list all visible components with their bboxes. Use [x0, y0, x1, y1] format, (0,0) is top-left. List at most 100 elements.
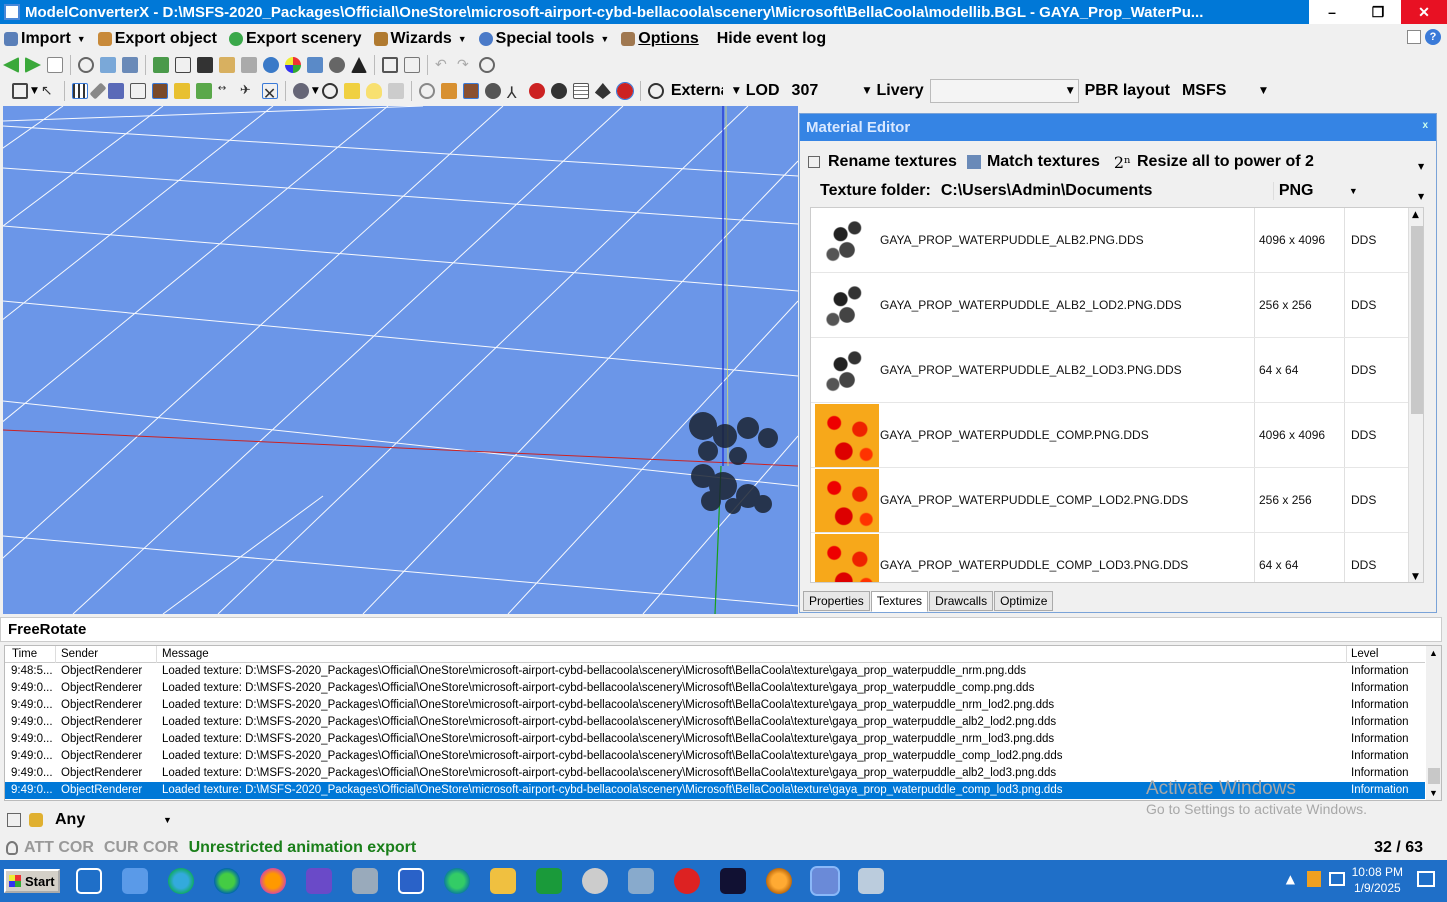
drop-icon[interactable] — [594, 83, 611, 99]
scrollbar-thumb[interactable] — [1428, 768, 1440, 784]
chevron-down-icon[interactable]: ▼ — [864, 86, 871, 96]
scroll-down-icon[interactable]: ▼ — [1429, 788, 1438, 798]
hierarchy-icon[interactable] — [122, 57, 138, 73]
task-view-icon[interactable] — [76, 868, 102, 894]
crosshair-icon[interactable] — [321, 83, 338, 99]
settings-gear-icon[interactable] — [418, 83, 435, 99]
forward-arrow-icon[interactable] — [25, 57, 41, 73]
disk-tool-icon[interactable] — [582, 868, 608, 894]
sphere-icon[interactable] — [484, 83, 501, 99]
maximize-button[interactable]: ❐ — [1355, 0, 1401, 24]
texture-row[interactable]: GAYA_PROP_WATERPUDDLE_ALB2_LOD3.PNG.DDS 6… — [811, 338, 1409, 403]
firefox-icon[interactable] — [260, 868, 286, 894]
notepad-icon[interactable] — [628, 868, 654, 894]
tab-textures[interactable]: Textures — [870, 591, 929, 612]
chevron-down-icon[interactable]: ▼ — [163, 815, 172, 825]
pencil-icon[interactable] — [89, 82, 107, 100]
special-tools-menu[interactable]: Special tools ▼ — [475, 30, 609, 48]
scroll-up-icon[interactable]: ▲ — [1429, 648, 1438, 658]
layers-icon[interactable] — [241, 57, 257, 73]
grid-toggle-icon[interactable] — [71, 83, 88, 99]
chevron-up-icon[interactable]: ▲ — [1286, 872, 1295, 886]
airplane-icon[interactable]: ✈ — [240, 83, 256, 99]
chevron-down-icon[interactable]: ▼ — [1418, 162, 1424, 171]
options-menu[interactable]: Options — [617, 30, 699, 48]
table-row[interactable]: 9:49:0... ObjectRenderer Loaded texture: D… — [5, 748, 1425, 765]
livery-select[interactable]: ▼ — [929, 79, 1079, 103]
magnifier-icon[interactable] — [78, 57, 94, 73]
texture-row[interactable]: GAYA_PROP_WATERPUDDLE_COMP_LOD2.PNG.DDS 2… — [811, 468, 1409, 533]
table-row[interactable]: 9:48:5... ObjectRenderer Loaded texture: D… — [5, 663, 1425, 680]
export-image-icon[interactable] — [307, 57, 323, 73]
notes-icon[interactable] — [404, 57, 420, 73]
texture-list[interactable]: GAYA_PROP_WATERPUDDLE_ALB2.PNG.DDS 4096 x… — [810, 207, 1424, 583]
sun-icon[interactable] — [343, 83, 360, 99]
network-tool-icon[interactable] — [352, 868, 378, 894]
eye-icon[interactable] — [647, 83, 664, 99]
column-time[interactable]: Time — [12, 648, 37, 660]
action-center-icon[interactable] — [1417, 871, 1435, 887]
format-select[interactable]: PNG — [1272, 182, 1343, 200]
close-panel-button[interactable]: x — [1422, 120, 1428, 131]
material-icon[interactable] — [173, 83, 190, 99]
box-icon[interactable] — [129, 83, 146, 99]
ball-icon[interactable] — [550, 83, 567, 99]
bulb-icon[interactable] — [365, 83, 382, 99]
export-object-menu[interactable]: Export object — [94, 30, 217, 48]
edge-dev-icon[interactable] — [444, 868, 470, 894]
camera-icon[interactable] — [292, 83, 309, 99]
link-icon[interactable] — [329, 57, 345, 73]
table-row[interactable]: 9:49:0... ObjectRenderer Loaded texture: D… — [5, 731, 1425, 748]
chevron-down-icon[interactable]: ▼ — [1418, 192, 1424, 201]
stone-icon[interactable] — [462, 83, 479, 99]
back-arrow-icon[interactable] — [3, 57, 19, 73]
column-sender[interactable]: Sender — [61, 648, 98, 660]
edit-icon[interactable] — [7, 813, 21, 827]
external-dropdown[interactable]: Externa — [671, 82, 723, 100]
column-message[interactable]: Message — [162, 648, 209, 660]
tab-optimize[interactable]: Optimize — [994, 591, 1054, 611]
match-textures-button[interactable]: Match textures — [987, 153, 1100, 171]
scroll-up-icon[interactable]: ▲ — [1412, 210, 1419, 220]
chevron-down-icon[interactable]: ▼ — [1349, 186, 1358, 196]
document-icon[interactable] — [47, 57, 63, 73]
start-button[interactable]: Start — [4, 869, 60, 893]
table-row[interactable]: 9:49:0... ObjectRenderer Loaded texture: D… — [5, 697, 1425, 714]
rename-textures-button[interactable]: Rename textures — [828, 153, 957, 171]
search-tool-icon[interactable] — [674, 868, 700, 894]
nodes-icon[interactable] — [107, 83, 124, 99]
edge-beta-icon[interactable] — [214, 868, 240, 894]
chevron-down-icon[interactable]: ▼ — [1260, 86, 1267, 96]
wireframe-icon[interactable]: ✕ — [261, 83, 278, 103]
monitor-app-icon[interactable] — [122, 868, 148, 894]
tab-drawcalls[interactable]: Drawcalls — [929, 591, 994, 611]
document-list-icon[interactable] — [387, 83, 404, 99]
normals-icon[interactable]: ↔ — [218, 83, 234, 99]
texture-list-scrollbar[interactable]: ▲ ▼ — [1408, 208, 1423, 582]
3d-viewport[interactable] — [3, 106, 798, 614]
branch-icon[interactable]: ⅄ — [507, 83, 523, 102]
texture-row[interactable]: GAYA_PROP_WATERPUDDLE_COMP.PNG.DDS 4096 x… — [811, 403, 1409, 468]
table-row[interactable]: 9:49:0... ObjectRenderer Loaded texture: D… — [5, 714, 1425, 731]
paint-app-icon[interactable] — [858, 868, 884, 894]
color-wheel-icon[interactable] — [285, 57, 301, 73]
todo-icon[interactable] — [398, 868, 424, 894]
texture-row[interactable]: GAYA_PROP_WATERPUDDLE_ALB2.PNG.DDS 4096 x… — [811, 208, 1409, 273]
fit-view-icon[interactable] — [12, 83, 28, 99]
system-clock[interactable]: 10:08 PM 1/9/2025 — [1352, 864, 1403, 896]
table-row[interactable]: 9:49:0... ObjectRenderer Loaded texture: D… — [5, 680, 1425, 697]
grid-icon[interactable] — [153, 57, 169, 73]
undo-icon[interactable]: ↶ — [435, 57, 451, 73]
cube-icon[interactable] — [440, 83, 457, 99]
lod-select[interactable]: 307 — [792, 82, 852, 100]
redo-icon[interactable]: ↷ — [457, 57, 473, 73]
wizards-menu[interactable]: Wizards ▼ — [370, 30, 467, 48]
film-icon[interactable] — [197, 57, 213, 73]
uv-grid-icon[interactable] — [572, 83, 589, 99]
resize-all-button[interactable]: Resize all to power of 2 — [1137, 153, 1314, 171]
tab-properties[interactable]: Properties — [803, 591, 870, 611]
pencil-tag-icon[interactable] — [29, 813, 43, 827]
hide-event-log-button[interactable]: Hide event log — [707, 30, 826, 48]
level-filter-select[interactable]: Any — [55, 811, 157, 829]
terminal-icon[interactable] — [720, 868, 746, 894]
